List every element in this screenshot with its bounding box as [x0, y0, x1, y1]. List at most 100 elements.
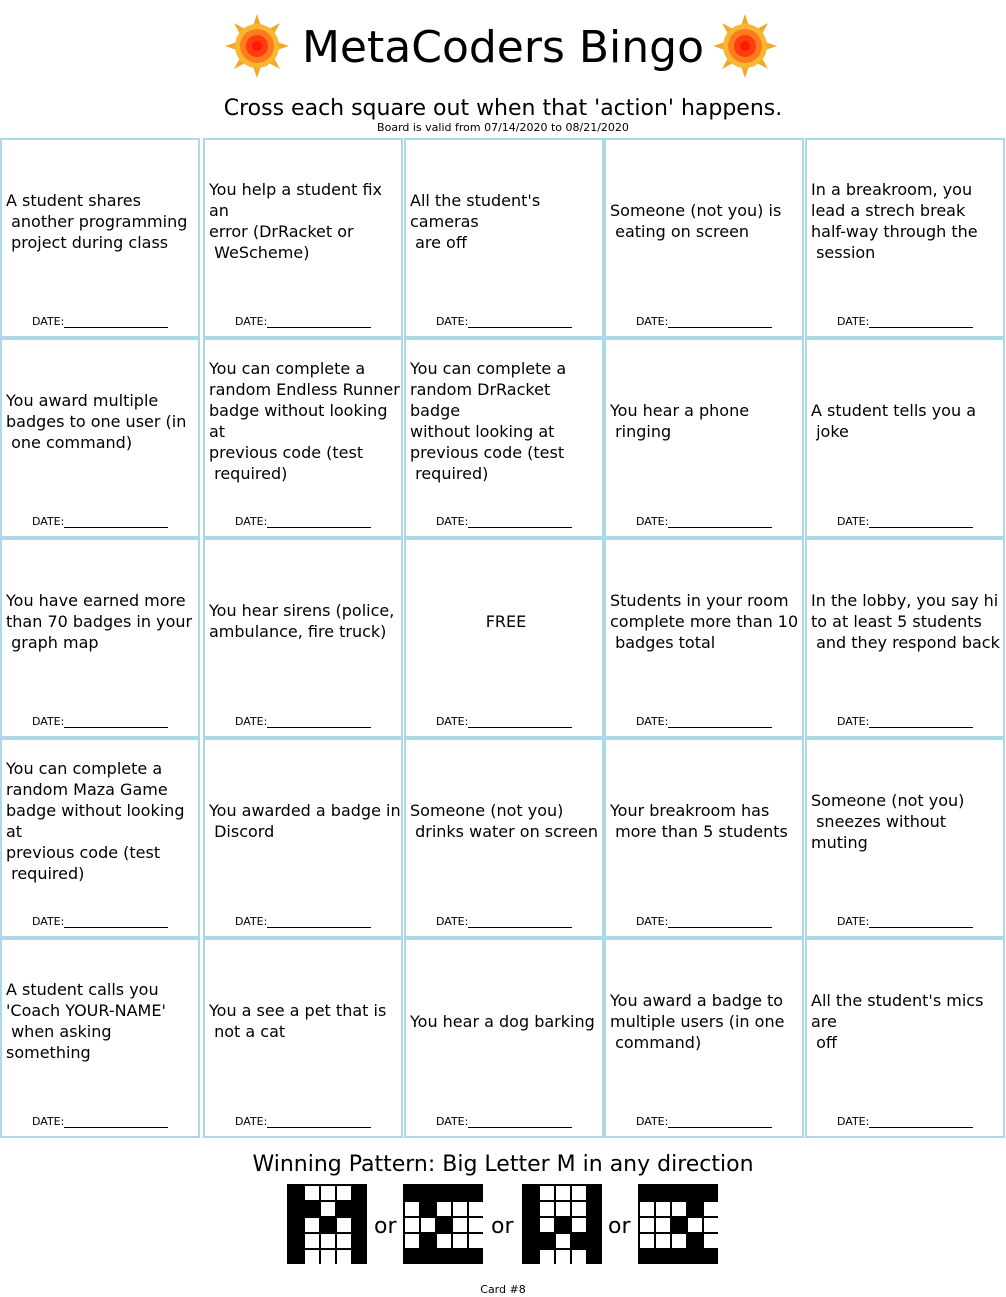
date-field[interactable]: DATE:: [837, 716, 974, 728]
date-field[interactable]: DATE:: [636, 916, 773, 928]
date-field[interactable]: DATE:: [837, 516, 974, 528]
date-field[interactable]: DATE:: [436, 1116, 573, 1128]
date-blank-line[interactable]: [267, 517, 372, 528]
bingo-cell[interactable]: All the student's cameras are off DATE:: [404, 138, 604, 338]
date-blank-line[interactable]: [64, 517, 169, 528]
date-field[interactable]: DATE:: [436, 916, 573, 928]
date-field[interactable]: DATE:: [636, 716, 773, 728]
date-blank-line[interactable]: [668, 317, 773, 328]
date-blank-line[interactable]: [668, 917, 773, 928]
bingo-cell[interactable]: Someone (not you) drinks water on screen…: [404, 738, 604, 938]
date-field[interactable]: DATE:: [32, 316, 169, 328]
bingo-cell[interactable]: Your breakroom has more than 5 students D…: [604, 738, 804, 938]
pattern-square: [305, 1234, 319, 1248]
pattern-square: [704, 1202, 718, 1216]
validity-text: Board is valid from 07/14/2020 to 08/21/…: [377, 121, 629, 134]
pattern-square: [337, 1250, 351, 1264]
or-label: or: [491, 1214, 514, 1239]
bingo-cell[interactable]: Students in your room complete more than…: [604, 538, 804, 738]
bingo-cell[interactable]: You a see a pet that is not a cat DATE:: [203, 938, 403, 1138]
date-blank-line[interactable]: [468, 517, 573, 528]
date-field[interactable]: DATE:: [636, 1116, 773, 1128]
date-field[interactable]: DATE:: [436, 515, 573, 528]
date-blank-line[interactable]: [468, 317, 573, 328]
date-field[interactable]: DATE:: [32, 916, 169, 928]
date-blank-line[interactable]: [64, 717, 169, 728]
pattern-square: [656, 1234, 670, 1248]
date-field[interactable]: DATE:: [235, 916, 372, 928]
bingo-cell[interactable]: You award a badge to multiple users (in …: [604, 938, 804, 1138]
date-field[interactable]: DATE:: [636, 316, 773, 328]
date-field[interactable]: DATE:: [235, 515, 372, 528]
date-label: DATE:: [436, 515, 469, 528]
bingo-cell[interactable]: FREE DATE:: [404, 538, 604, 738]
cell-text: Someone (not you) is eating on screen: [610, 201, 782, 241]
pattern-square: [704, 1218, 718, 1232]
date-blank-line[interactable]: [468, 917, 573, 928]
date-blank-line[interactable]: [668, 517, 773, 528]
bingo-cell[interactable]: You hear a phone ringing DATE:: [604, 338, 804, 538]
date-blank-line[interactable]: [668, 717, 773, 728]
date-blank-line[interactable]: [267, 917, 372, 928]
date-blank-line[interactable]: [869, 317, 974, 328]
cell-text: Students in your room complete more than…: [610, 590, 799, 652]
cell-text: Someone (not you) drinks water on screen: [410, 801, 598, 841]
date-blank-line[interactable]: [64, 317, 169, 328]
bingo-cell[interactable]: A student tells you a joke DATE:: [805, 338, 1005, 538]
date-blank-line[interactable]: [64, 1117, 169, 1128]
pattern-square: [540, 1186, 554, 1200]
date-label: DATE:: [235, 515, 268, 528]
bingo-cell[interactable]: You hear sirens (police, ambulance, fire…: [203, 538, 403, 738]
bingo-cell[interactable]: You award multiple badges to one user (i…: [0, 338, 200, 538]
date-blank-line[interactable]: [64, 917, 169, 928]
date-blank-line[interactable]: [668, 1117, 773, 1128]
date-blank-line[interactable]: [267, 1117, 372, 1128]
cell-text: A student calls you 'Coach YOUR-NAME' wh…: [6, 980, 166, 1062]
bingo-cell[interactable]: Someone (not you) sneezes without muting…: [805, 738, 1005, 938]
date-blank-line[interactable]: [468, 1117, 573, 1128]
date-field[interactable]: DATE:: [32, 716, 169, 728]
date-field[interactable]: DATE:: [636, 516, 773, 528]
date-field[interactable]: DATE:: [837, 1116, 974, 1128]
date-field[interactable]: DATE:: [235, 716, 372, 728]
bingo-cell[interactable]: You can complete a random DrRacket badge…: [404, 338, 604, 538]
date-blank-line[interactable]: [468, 717, 573, 728]
pattern-square: [640, 1234, 654, 1248]
bingo-cell[interactable]: A student calls you 'Coach YOUR-NAME' wh…: [0, 938, 200, 1138]
bingo-cell[interactable]: You can complete a random Maza Game badg…: [0, 738, 200, 938]
bingo-cell[interactable]: You hear a dog barking DATE:: [404, 938, 604, 1138]
bingo-cell[interactable]: You awarded a badge in Discord DATE:: [203, 738, 403, 938]
date-field[interactable]: DATE:: [837, 316, 974, 328]
date-field[interactable]: DATE:: [436, 316, 573, 328]
date-field[interactable]: DATE:: [436, 716, 573, 728]
bingo-cell[interactable]: You help a student fix an error (DrRacke…: [203, 138, 403, 338]
bingo-cell[interactable]: A student shares another programming pro…: [0, 138, 200, 338]
bingo-cell[interactable]: All the student's mics are off DATE:: [805, 938, 1005, 1138]
cell-text: All the student's cameras are off: [410, 190, 541, 252]
bingo-cell[interactable]: Someone (not you) is eating on screen DAT…: [604, 138, 804, 338]
cell-text: You hear a dog barking: [410, 1011, 595, 1031]
bingo-cell[interactable]: In the lobby, you say hi to at least 5 s…: [805, 538, 1005, 738]
bingo-cell[interactable]: You have earned more than 70 badges in y…: [0, 538, 200, 738]
pattern-square: [305, 1218, 319, 1232]
date-blank-line[interactable]: [869, 1117, 974, 1128]
date-field[interactable]: DATE:: [32, 1116, 169, 1128]
pattern-square: [469, 1234, 483, 1248]
cell-text: In a breakroom, you lead a strech break …: [811, 180, 978, 262]
date-blank-line[interactable]: [267, 717, 372, 728]
date-field[interactable]: DATE:: [32, 516, 169, 528]
date-blank-line[interactable]: [869, 717, 974, 728]
date-field[interactable]: DATE:: [235, 1116, 372, 1128]
pattern-square: [321, 1186, 335, 1200]
bingo-cell[interactable]: You can complete a random Endless Runner…: [203, 338, 403, 538]
date-blank-line[interactable]: [267, 317, 372, 328]
pattern-square: [688, 1218, 702, 1232]
bingo-cell[interactable]: In a breakroom, you lead a strech break …: [805, 138, 1005, 338]
date-field[interactable]: DATE:: [837, 916, 974, 928]
date-blank-line[interactable]: [869, 517, 974, 528]
date-field[interactable]: DATE:: [235, 316, 372, 328]
cell-text: You awarded a badge in Discord: [209, 801, 401, 841]
date-blank-line[interactable]: [869, 917, 974, 928]
cell-text: All the student's mics are off: [811, 990, 984, 1052]
pattern-square: [469, 1202, 483, 1216]
